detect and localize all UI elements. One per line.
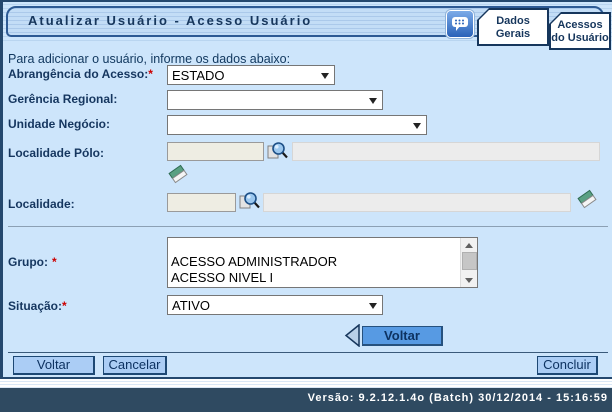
tab-label: Dados Gerais	[477, 15, 549, 41]
frame-bottom-border	[0, 377, 612, 379]
localidade-label-text: Localidade:	[8, 197, 75, 211]
grupo-option[interactable]: ACESSO ADMINISTRADOR	[168, 254, 477, 270]
cancelar-button[interactable]: Cancelar	[103, 356, 167, 375]
status-bar: Versão: 9.2.12.1.4o (Batch) 30/12/2014 -…	[0, 388, 612, 412]
grupo-listbox[interactable]: ACESSO ADMINISTRADOR ACESSO NIVEL I	[167, 237, 478, 288]
chevron-down-icon	[321, 73, 329, 79]
grupo-label-text: Grupo:	[8, 255, 48, 269]
page-title: Atualizar Usuário - Acesso Usuário	[28, 13, 313, 28]
localidade-clear-button[interactable]	[575, 188, 599, 212]
concluir-button[interactable]: Concluir	[537, 356, 598, 375]
app-window: Atualizar Usuário - Acesso Usuário Dados…	[0, 0, 612, 412]
grupo-scrollbar[interactable]	[460, 238, 477, 287]
localidade-polo-clear-button[interactable]	[166, 163, 190, 187]
localidade-polo-code-field	[167, 142, 264, 161]
tab-label: Acessos do Usuário	[549, 19, 611, 45]
localidade-polo-name-field	[292, 142, 600, 161]
abrangencia-label: Abrangência do Acesso:*	[8, 67, 153, 81]
localidade-label: Localidade:	[8, 197, 75, 211]
magnifier-over-page-icon	[267, 142, 288, 159]
localidade-polo-search-button[interactable]	[265, 139, 289, 163]
chevron-down-icon	[369, 303, 377, 309]
eraser-icon	[577, 189, 597, 209]
scroll-down-icon[interactable]	[461, 273, 477, 287]
required-asterisk: *	[148, 67, 153, 81]
abrangencia-label-text: Abrangência do Acesso:	[8, 67, 149, 81]
section-divider	[8, 226, 608, 227]
back-arrow-button[interactable]	[343, 323, 361, 348]
required-asterisk: *	[52, 255, 57, 269]
situacao-label-text: Situação:	[8, 299, 63, 313]
voltar-mid-button[interactable]: Voltar	[362, 326, 443, 346]
scroll-up-icon[interactable]	[461, 238, 477, 252]
situacao-select[interactable]: ATIVO	[167, 295, 383, 315]
intro-text: Para adicionar o usuário, informe os dad…	[8, 52, 291, 66]
gerencia-label-text: Gerência Regional:	[8, 92, 118, 106]
tab-label-line2: Gerais	[495, 28, 531, 40]
voltar-button[interactable]: Voltar	[13, 356, 95, 375]
tab-acessos-do-usuario[interactable]: Acessos do Usuário	[549, 12, 611, 50]
footer-divider	[8, 352, 608, 353]
localidade-polo-label: Localidade Pólo:	[8, 146, 104, 160]
tab-label-line1: Acessos	[557, 19, 603, 31]
grupo-option[interactable]: ACESSO NIVEL I	[168, 270, 477, 286]
version-text: Versão: 9.2.12.1.4o (Batch) 30/12/2014 -…	[307, 392, 608, 404]
abrangencia-select[interactable]: ESTADO	[167, 65, 335, 85]
help-chat-icon[interactable]	[447, 11, 473, 37]
unidade-label: Unidade Negócio:	[8, 117, 110, 131]
required-asterisk: *	[62, 299, 67, 313]
localidade-search-button[interactable]	[237, 189, 261, 213]
eraser-icon	[168, 164, 188, 184]
chat-bubble-icon	[452, 17, 468, 31]
localidade-code-field	[167, 193, 236, 212]
chevron-down-icon	[413, 123, 421, 129]
left-arrow-icon	[344, 323, 360, 348]
grupo-option-blank[interactable]	[168, 238, 477, 254]
gerencia-label: Gerência Regional:	[8, 92, 117, 106]
localidade-polo-label-text: Localidade Pólo:	[8, 146, 105, 160]
abrangencia-selected-value: ESTADO	[172, 68, 225, 83]
unidade-label-text: Unidade Negócio:	[8, 117, 111, 131]
tab-dados-gerais[interactable]: Dados Gerais	[477, 8, 549, 46]
footer-striped-band	[0, 379, 612, 388]
unidade-select[interactable]	[167, 115, 427, 135]
localidade-name-field	[263, 193, 571, 212]
scrollbar-thumb[interactable]	[462, 252, 477, 270]
situacao-label: Situação:*	[8, 299, 67, 313]
gerencia-select[interactable]	[167, 90, 383, 110]
situacao-selected-value: ATIVO	[172, 298, 211, 313]
magnifier-over-page-icon	[239, 192, 260, 209]
tab-label-line2: do Usuário	[551, 32, 609, 44]
grupo-label: Grupo: *	[8, 255, 57, 269]
tab-label-line1: Dados	[496, 15, 530, 27]
frame-left-border	[0, 0, 3, 379]
frame-top-border	[0, 0, 612, 2]
chevron-down-icon	[369, 98, 377, 104]
